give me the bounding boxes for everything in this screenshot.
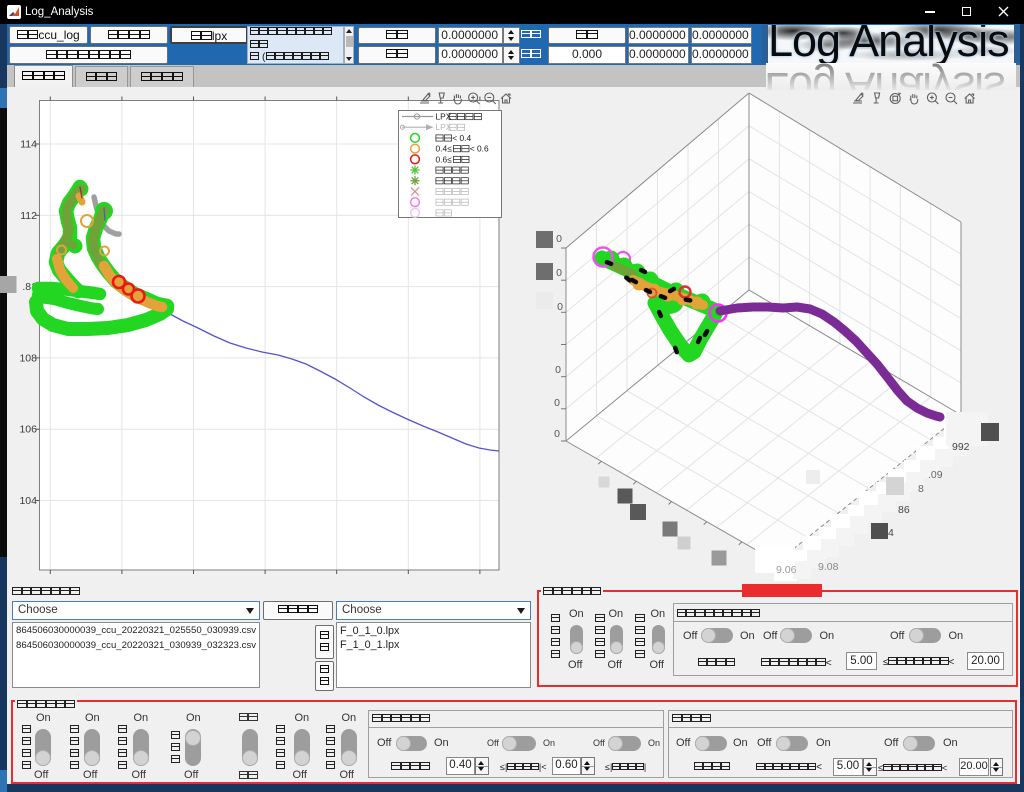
svg-text:0.4≤: 0.4≤: [436, 144, 453, 154]
svg-text:0: 0: [554, 428, 560, 440]
svg-text:0: 0: [556, 267, 562, 279]
svg-text:.09: .09: [928, 469, 943, 481]
svg-text:106: 106: [19, 424, 37, 436]
svg-text:9.08: 9.08: [818, 561, 839, 573]
svg-text:0: 0: [557, 301, 563, 313]
svg-text:0: 0: [555, 364, 561, 376]
svg-text:< 0.4: < 0.4: [452, 133, 471, 143]
svg-text:112: 112: [20, 210, 37, 222]
svg-text:8: 8: [918, 483, 924, 495]
svg-text:992: 992: [952, 441, 970, 453]
svg-text:0: 0: [556, 233, 562, 245]
svg-text:0.6≤: 0.6≤: [436, 154, 453, 164]
svg-text:86: 86: [898, 504, 910, 516]
svg-text:114: 114: [20, 139, 37, 151]
svg-text:108: 108: [19, 352, 37, 364]
svg-text:104: 104: [19, 495, 37, 507]
svg-text:< 0.6: < 0.6: [470, 144, 489, 154]
svg-text:0: 0: [554, 397, 560, 409]
svg-text:4: 4: [888, 527, 894, 539]
svg-text:9.06: 9.06: [776, 564, 797, 576]
